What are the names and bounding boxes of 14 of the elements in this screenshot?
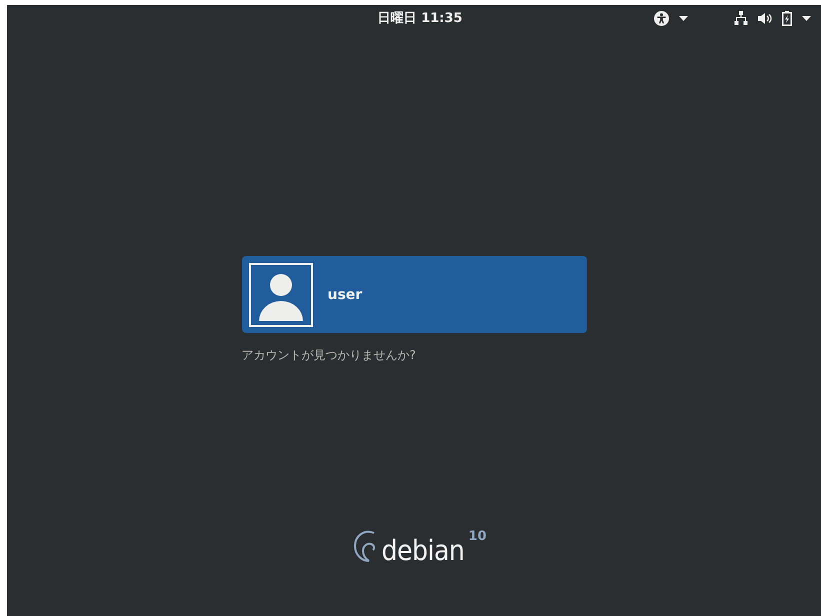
network-icon[interactable] — [734, 11, 748, 25]
volume-icon[interactable] — [758, 12, 772, 24]
logo-wordmark: debian — [382, 537, 464, 565]
accessibility-icon[interactable] — [654, 10, 669, 26]
user-card[interactable]: user — [242, 256, 586, 333]
battery-icon[interactable] — [782, 10, 792, 26]
version-number: 10 — [468, 529, 486, 544]
avatar-icon — [248, 262, 312, 326]
caret-icon[interactable] — [802, 16, 811, 20]
swirl-icon — [352, 529, 378, 563]
clock[interactable]: 日曜日 11:35 — [366, 9, 462, 27]
not-listed-link[interactable]: アカウントが見つかりませんか? — [242, 347, 586, 364]
caret-icon[interactable] — [679, 16, 688, 20]
user-name: user — [328, 286, 362, 302]
